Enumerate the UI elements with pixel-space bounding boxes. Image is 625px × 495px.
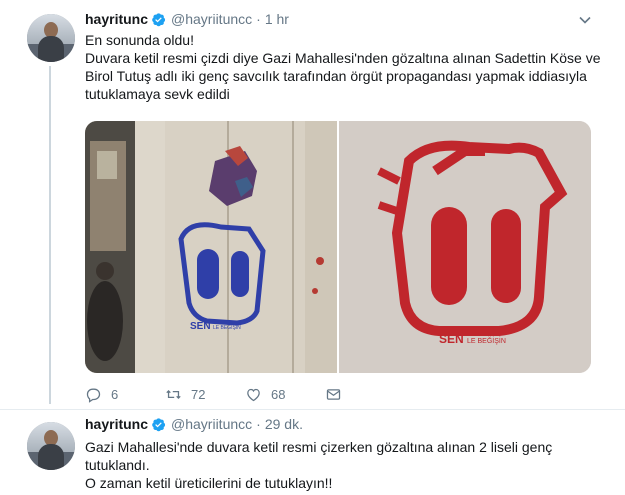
retweet-button[interactable]: 72 — [165, 386, 245, 403]
retweet-count: 72 — [191, 387, 206, 402]
stencil-small-left: LE BEĞİŞİN — [213, 324, 241, 331]
stencil-small-right: LE BEĞİŞİN — [467, 336, 506, 345]
author-name[interactable]: hayritunc — [85, 11, 148, 27]
photo-right[interactable]: SEN LE BEĞİŞİN — [339, 121, 591, 373]
tweet-text: En sonunda oldu! Duvara ketil resmi çizd… — [85, 32, 601, 102]
reply-count: 6 — [111, 387, 119, 402]
tweet-actions: 6 72 68 — [85, 386, 405, 403]
tweet-header: hayritunc @hayriituncc · 29 dk. — [85, 415, 303, 433]
timestamp[interactable]: 29 dk. — [265, 416, 303, 432]
tweet[interactable]: hayritunc @hayriituncc · 1 hr En sonunda… — [0, 0, 625, 410]
author-handle[interactable]: @hayriituncc — [171, 11, 252, 27]
like-count: 68 — [271, 387, 286, 402]
tweet-header: hayritunc @hayriituncc · 1 hr — [85, 10, 289, 28]
dm-button[interactable] — [325, 386, 405, 403]
retweet-icon — [165, 386, 182, 403]
chevron-down-icon[interactable] — [578, 13, 592, 27]
timestamp[interactable]: 1 hr — [265, 11, 289, 27]
author-name[interactable]: hayritunc — [85, 416, 148, 432]
separator-dot: · — [256, 416, 261, 432]
avatar[interactable] — [27, 14, 75, 62]
stencil-text-left: SEN — [190, 321, 211, 332]
reply-icon — [85, 386, 102, 403]
media-grid[interactable]: SEN LE BEĞİŞİN SEN LE BEĞİŞİN — [85, 121, 591, 373]
envelope-icon — [325, 386, 342, 403]
like-button[interactable]: 68 — [245, 386, 325, 403]
tweet-text: Gazi Mahallesi'nde duvara ketil resmi çi… — [85, 439, 553, 491]
reply-button[interactable]: 6 — [85, 386, 165, 403]
verified-badge-icon — [151, 417, 166, 432]
verified-badge-icon — [151, 12, 166, 27]
avatar[interactable] — [27, 422, 75, 470]
separator-dot: · — [256, 11, 261, 27]
heart-icon — [245, 386, 262, 403]
stencil-text-right: SEN — [439, 332, 464, 346]
photo-left[interactable]: SEN LE BEĞİŞİN — [85, 121, 337, 373]
author-handle[interactable]: @hayriituncc — [171, 416, 252, 432]
